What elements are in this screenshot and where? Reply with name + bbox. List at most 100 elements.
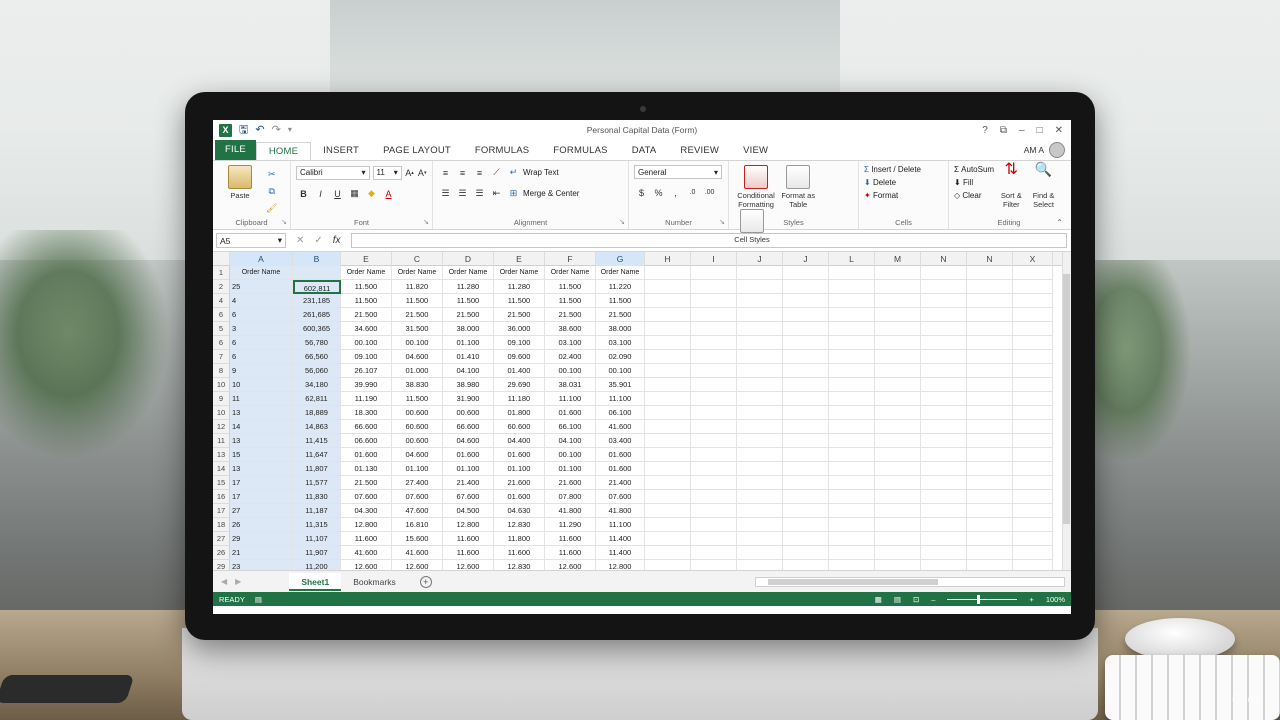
column-header[interactable]: M bbox=[875, 252, 921, 266]
shrink-font-icon[interactable]: A ▾ bbox=[417, 165, 427, 180]
table-cell[interactable] bbox=[645, 490, 691, 504]
wrap-text-button[interactable]: Wrap Text bbox=[523, 168, 559, 177]
table-cell[interactable] bbox=[645, 448, 691, 462]
row-header[interactable]: 16 bbox=[213, 490, 230, 504]
table-cell[interactable] bbox=[737, 280, 783, 294]
table-cell[interactable] bbox=[645, 280, 691, 294]
table-cell[interactable]: 11.500 bbox=[545, 294, 596, 308]
table-cell[interactable]: 11,315 bbox=[293, 518, 341, 532]
table-cell[interactable]: 14 bbox=[230, 420, 293, 434]
table-cell[interactable]: 11.600 bbox=[443, 532, 494, 546]
row-header[interactable]: 10 bbox=[213, 378, 230, 392]
table-cell[interactable]: 21.500 bbox=[392, 308, 443, 322]
row-header[interactable]: 15 bbox=[213, 476, 230, 490]
table-cell[interactable] bbox=[829, 364, 875, 378]
table-cell[interactable]: 12.600 bbox=[392, 560, 443, 570]
table-cell[interactable] bbox=[1013, 490, 1053, 504]
table-cell[interactable] bbox=[829, 490, 875, 504]
table-cell[interactable] bbox=[875, 518, 921, 532]
table-cell[interactable] bbox=[921, 350, 967, 364]
table-cell[interactable]: 00.600 bbox=[443, 406, 494, 420]
table-cell[interactable]: 07.600 bbox=[596, 490, 645, 504]
table-cell[interactable]: 27 bbox=[230, 504, 293, 518]
column-header[interactable]: B bbox=[293, 252, 341, 266]
table-cell[interactable]: 13 bbox=[230, 406, 293, 420]
table-header-cell[interactable] bbox=[737, 266, 783, 280]
table-cell[interactable]: 11.500 bbox=[596, 294, 645, 308]
table-cell[interactable] bbox=[967, 420, 1013, 434]
dialog-launcher-icon[interactable]: ↘ bbox=[281, 218, 287, 226]
table-cell[interactable] bbox=[691, 434, 737, 448]
format-as-table-button[interactable]: Format as Table bbox=[780, 165, 816, 209]
collapse-ribbon-icon[interactable]: ⌃ bbox=[1056, 218, 1063, 227]
table-cell[interactable]: 02.090 bbox=[596, 350, 645, 364]
table-header-cell[interactable] bbox=[967, 266, 1013, 280]
table-cell[interactable] bbox=[829, 336, 875, 350]
table-cell[interactable] bbox=[1013, 476, 1053, 490]
table-cell[interactable]: 66.600 bbox=[443, 420, 494, 434]
table-cell[interactable] bbox=[921, 518, 967, 532]
insert-function-icon[interactable]: fx bbox=[333, 235, 341, 246]
conditional-formatting-button[interactable]: Conditional Formatting bbox=[734, 165, 778, 209]
table-cell[interactable] bbox=[875, 392, 921, 406]
table-cell[interactable]: 04.100 bbox=[443, 364, 494, 378]
table-cell[interactable] bbox=[737, 308, 783, 322]
table-cell[interactable]: 11.500 bbox=[443, 294, 494, 308]
table-cell[interactable]: 11.400 bbox=[596, 546, 645, 560]
table-cell[interactable] bbox=[645, 504, 691, 518]
table-cell[interactable] bbox=[875, 378, 921, 392]
table-cell[interactable] bbox=[875, 490, 921, 504]
table-cell[interactable]: 261,685 bbox=[293, 308, 341, 322]
table-cell[interactable] bbox=[645, 434, 691, 448]
table-cell[interactable]: 11,807 bbox=[293, 462, 341, 476]
underline-button[interactable]: U bbox=[330, 186, 345, 201]
table-cell[interactable]: 38.000 bbox=[596, 322, 645, 336]
zoom-knob[interactable] bbox=[977, 594, 981, 604]
column-header[interactable]: J bbox=[737, 252, 783, 266]
increase-decimal-icon[interactable]: .0 bbox=[685, 185, 700, 200]
table-header-cell[interactable]: Order Name bbox=[596, 266, 645, 280]
table-cell[interactable]: 41.600 bbox=[392, 546, 443, 560]
table-cell[interactable] bbox=[875, 350, 921, 364]
table-cell[interactable]: 38.600 bbox=[545, 322, 596, 336]
formula-input[interactable] bbox=[350, 233, 1067, 248]
table-cell[interactable] bbox=[645, 420, 691, 434]
table-cell[interactable] bbox=[783, 434, 829, 448]
table-cell[interactable] bbox=[921, 490, 967, 504]
table-cell[interactable]: 11.190 bbox=[341, 392, 392, 406]
table-cell[interactable]: 11.500 bbox=[494, 294, 545, 308]
table-cell[interactable]: 07.800 bbox=[545, 490, 596, 504]
table-cell[interactable]: 11,907 bbox=[293, 546, 341, 560]
table-cell[interactable]: 47.600 bbox=[392, 504, 443, 518]
table-cell[interactable]: 11.500 bbox=[392, 392, 443, 406]
table-cell[interactable] bbox=[737, 462, 783, 476]
table-cell[interactable]: 01.600 bbox=[494, 448, 545, 462]
tab-file[interactable]: FILE bbox=[215, 140, 256, 160]
table-cell[interactable] bbox=[875, 546, 921, 560]
font-name-select[interactable]: Calibri ▾ bbox=[296, 165, 370, 180]
table-cell[interactable] bbox=[645, 560, 691, 570]
table-cell[interactable] bbox=[783, 364, 829, 378]
table-cell[interactable] bbox=[921, 448, 967, 462]
normal-view-icon[interactable]: ▦ bbox=[875, 595, 882, 604]
row-header[interactable]: 6 bbox=[213, 308, 230, 322]
fill-color-icon[interactable]: ◆ bbox=[364, 186, 379, 201]
table-cell[interactable] bbox=[691, 294, 737, 308]
column-header[interactable]: L bbox=[829, 252, 875, 266]
table-cell[interactable]: 11.500 bbox=[392, 294, 443, 308]
table-cell[interactable] bbox=[645, 294, 691, 308]
table-cell[interactable] bbox=[829, 406, 875, 420]
table-cell[interactable] bbox=[737, 364, 783, 378]
table-cell[interactable] bbox=[967, 322, 1013, 336]
table-cell[interactable] bbox=[967, 518, 1013, 532]
table-cell[interactable]: 29.690 bbox=[494, 378, 545, 392]
table-cell[interactable] bbox=[875, 476, 921, 490]
table-cell[interactable]: 11.400 bbox=[596, 532, 645, 546]
table-cell[interactable] bbox=[921, 280, 967, 294]
tab-formulas-2[interactable]: FORMULAS bbox=[541, 142, 619, 160]
table-cell[interactable]: 01.400 bbox=[494, 364, 545, 378]
cancel-icon[interactable]: ✕ bbox=[296, 235, 304, 246]
table-cell[interactable] bbox=[691, 308, 737, 322]
table-cell[interactable] bbox=[921, 504, 967, 518]
table-cell[interactable]: 21.500 bbox=[341, 308, 392, 322]
